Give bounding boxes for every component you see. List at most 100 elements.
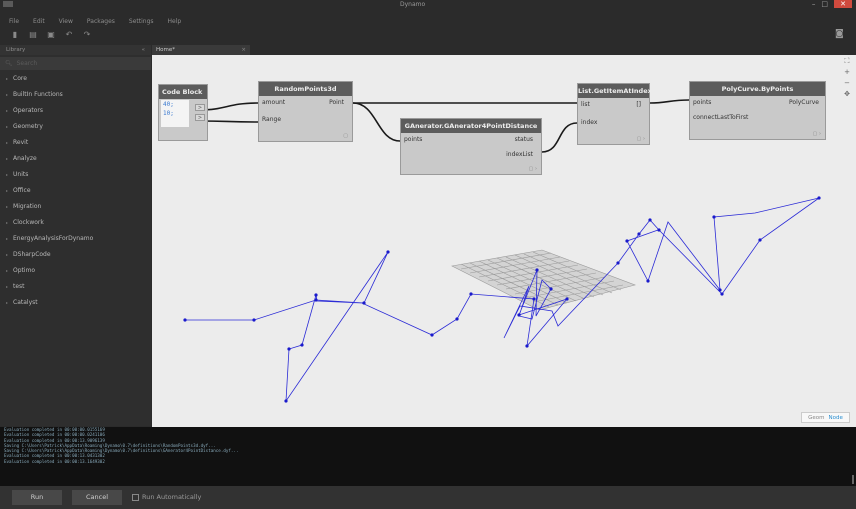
output-point[interactable]: Point xyxy=(329,99,344,106)
node-preview-icon[interactable]: ▢ › xyxy=(529,166,537,172)
library-item-office[interactable]: ▸ Office xyxy=(0,182,151,198)
library-search-input[interactable]: 🔍︎ Search xyxy=(0,57,151,70)
input-range[interactable]: Range xyxy=(262,116,281,123)
polycurve-title: PolyCurve.ByPoints xyxy=(690,82,825,96)
code-line-2: 10; xyxy=(163,110,174,117)
close-icon[interactable]: ✕ xyxy=(834,0,852,8)
cancel-button[interactable]: Cancel xyxy=(72,490,122,505)
undo-icon[interactable]: ↶ xyxy=(64,30,74,39)
menu-edit[interactable]: Edit xyxy=(33,17,45,27)
code-output-port-2[interactable]: > xyxy=(195,114,205,121)
get-item-node[interactable]: List.GetItemAtIndex list index [] ▢ › xyxy=(577,83,652,145)
node-preview-icon[interactable]: ▢ › xyxy=(813,131,821,137)
run-automatically-label: Run Automatically xyxy=(142,493,202,501)
pan-icon[interactable]: ✥ xyxy=(841,90,853,99)
input-points[interactable]: points xyxy=(404,136,422,143)
library-item-migration[interactable]: ▸ Migration xyxy=(0,198,151,214)
camera-icon[interactable]: ◙ xyxy=(835,30,846,39)
minimize-icon[interactable]: – xyxy=(812,0,816,9)
library-item-optimo[interactable]: ▸ Optimo xyxy=(0,262,151,278)
expand-arrow-icon: ▸ xyxy=(6,187,9,193)
zoom-out-icon[interactable]: − xyxy=(841,79,853,88)
generator-title: GAnerator.GAnerator4PointDistance xyxy=(401,119,541,133)
expand-arrow-icon: ▸ xyxy=(6,155,9,161)
run-automatically-checkbox[interactable]: Run Automatically xyxy=(132,491,201,503)
input-amount[interactable]: amount xyxy=(262,99,285,106)
menu-help[interactable]: Help xyxy=(168,17,182,27)
node-preview-icon[interactable]: ▢ › xyxy=(637,136,645,142)
library-item-test[interactable]: ▸ test xyxy=(0,278,151,294)
random-points-node[interactable]: RandomPoints3d amount Range Point ▢ xyxy=(258,81,353,142)
code-block-node[interactable]: Code Block 40; 10; > > xyxy=(158,84,208,141)
library-item-label: Geometry xyxy=(13,122,43,130)
window-controls: – □ ✕ xyxy=(812,0,852,9)
new-file-icon[interactable]: ▮ xyxy=(10,30,20,39)
zoom-fit-icon[interactable]: ⛶ xyxy=(841,57,853,66)
library-item-core[interactable]: ▸ Core xyxy=(0,70,151,86)
random-points-title: RandomPoints3d xyxy=(259,82,352,96)
get-item-title: List.GetItemAtIndex xyxy=(578,84,652,98)
library-item-clockwork[interactable]: ▸ Clockwork xyxy=(0,214,151,230)
node-preview-icon[interactable]: ▢ xyxy=(343,133,348,139)
library-item-analyze[interactable]: ▸ Analyze xyxy=(0,150,151,166)
tab-bar: Home* × xyxy=(152,45,856,55)
output-status[interactable]: status xyxy=(515,136,533,143)
menu-bar: File Edit View Packages Settings Help xyxy=(0,17,856,27)
tab-close-icon[interactable]: × xyxy=(241,45,246,55)
expand-arrow-icon: ▸ xyxy=(6,123,9,129)
save-icon[interactable]: ▣ xyxy=(46,30,56,39)
search-icon: 🔍︎ xyxy=(5,60,13,67)
redo-icon[interactable]: ↷ xyxy=(82,30,92,39)
tab-home-label: Home* xyxy=(156,47,175,53)
dynamo-logo-icon xyxy=(3,1,13,7)
library-item-label: Catalyst xyxy=(13,298,38,306)
maximize-icon[interactable]: □ xyxy=(821,0,828,9)
run-button[interactable]: Run xyxy=(12,490,62,505)
library-item-energyanalysisfordynamo[interactable]: ▸ EnergyAnalysisForDynamo xyxy=(0,230,151,246)
input-list[interactable]: list xyxy=(581,101,590,108)
library-item-units[interactable]: ▸ Units xyxy=(0,166,151,182)
output-polycurve[interactable]: PolyCurve xyxy=(789,99,819,106)
input-index[interactable]: index xyxy=(581,119,597,126)
library-list: ▸ Core ▸ BuiltIn Functions ▸ Operators ▸ Geomet… xyxy=(0,70,151,310)
toolbar: ▮ ▤ ▣ ↶ ↷ ◙ xyxy=(0,29,856,41)
polycurve-node[interactable]: PolyCurve.ByPoints points connectLastToF… xyxy=(689,81,826,140)
title-bar: Dynamo – □ ✕ xyxy=(0,0,856,9)
menu-settings[interactable]: Settings xyxy=(129,17,154,27)
library-item-catalyst[interactable]: ▸ Catalyst xyxy=(0,294,151,310)
console-line: Evaluation completed in 00:00:13.1649302 xyxy=(4,458,105,464)
view-toggle: Geom Node xyxy=(801,412,850,423)
library-item-dsharpcode[interactable]: ▸ DSharpCode xyxy=(0,246,151,262)
library-item-label: Revit xyxy=(13,138,29,146)
library-item-revit[interactable]: ▸ Revit xyxy=(0,134,151,150)
input-connect-last-to-first[interactable]: connectLastToFirst xyxy=(693,114,748,121)
zoom-in-icon[interactable]: + xyxy=(841,68,853,77)
open-file-icon[interactable]: ▤ xyxy=(28,30,38,39)
output-indexlist[interactable]: indexList xyxy=(506,151,533,158)
library-item-geometry[interactable]: ▸ Geometry xyxy=(0,118,151,134)
code-block-editor[interactable]: 40; 10; xyxy=(161,100,189,127)
output-list[interactable]: [] xyxy=(636,101,641,108)
library-item-label: Core xyxy=(13,74,27,82)
library-item-label: test xyxy=(13,282,25,290)
library-item-label: DSharpCode xyxy=(13,250,51,258)
menu-file[interactable]: File xyxy=(9,17,19,27)
code-output-port-1[interactable]: > xyxy=(195,104,205,111)
generator-node[interactable]: GAnerator.GAnerator4PointDistance points… xyxy=(400,118,542,175)
checkbox-box[interactable] xyxy=(132,493,139,501)
tab-home[interactable]: Home* × xyxy=(152,45,250,55)
menu-packages[interactable]: Packages xyxy=(87,17,115,27)
collapse-library-icon[interactable]: « xyxy=(142,45,145,55)
expand-arrow-icon: ▸ xyxy=(6,171,9,177)
library-item-operators[interactable]: ▸ Operators xyxy=(0,102,151,118)
input-points[interactable]: points xyxy=(693,99,711,106)
library-item-builtin-functions[interactable]: ▸ BuiltIn Functions xyxy=(0,86,151,102)
library-item-label: Optimo xyxy=(13,266,36,274)
menu-view[interactable]: View xyxy=(59,17,73,27)
node-view-toggle[interactable]: Node xyxy=(829,415,843,421)
library-item-label: Operators xyxy=(13,106,43,114)
polycurve-vertices xyxy=(183,196,821,403)
geom-view-toggle[interactable]: Geom xyxy=(808,415,824,421)
console-scrollbar[interactable] xyxy=(852,475,854,484)
workspace-canvas[interactable]: Code Block 40; 10; > > RandomPoints3d am… xyxy=(152,55,856,427)
